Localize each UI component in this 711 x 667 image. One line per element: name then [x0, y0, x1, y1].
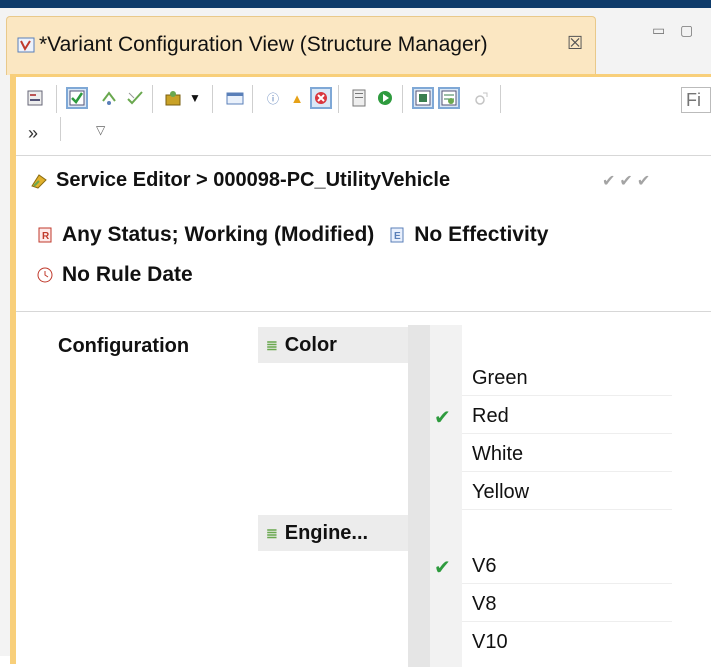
document-icon[interactable] — [348, 87, 370, 109]
toolbar-divider — [16, 155, 711, 156]
show-structure-icon[interactable] — [24, 87, 46, 109]
panel-icon[interactable] — [224, 87, 246, 109]
service-editor-icon — [31, 173, 47, 189]
close-tab-icon[interactable]: ☒ — [567, 33, 583, 54]
view-tab[interactable]: *Variant Configuration View (Structure M… — [6, 16, 596, 75]
info-icon[interactable]: ⓘ — [262, 87, 284, 109]
rule-date-row: No Rule Date — [36, 263, 193, 287]
check-configuration-icon[interactable] — [66, 87, 88, 109]
family-name: Color — [284, 333, 337, 356]
option-v8[interactable]: V8 — [472, 593, 496, 616]
maximize-icon[interactable]: ▢ — [680, 22, 693, 39]
view-panel: ▼ ⓘ ▲ Fi » ▽ Service Editor > 000098-PC_… — [10, 74, 711, 667]
disabled-action-icon[interactable] — [470, 87, 492, 109]
selection-column — [408, 325, 430, 667]
row-divider — [462, 583, 672, 584]
option-green[interactable]: Green — [472, 367, 528, 390]
variant-view-icon — [17, 37, 35, 53]
option-red[interactable]: Red — [472, 405, 509, 428]
warning-icon[interactable]: ▲ — [286, 87, 308, 109]
filter-input[interactable] — [681, 87, 711, 113]
row-divider — [462, 471, 672, 472]
load-variant-icon[interactable] — [98, 87, 120, 109]
row-divider — [462, 621, 672, 622]
minimize-icon[interactable]: ▭ — [652, 22, 665, 39]
toolbar-separator — [252, 85, 253, 113]
view-tab-title: *Variant Configuration View (Structure M… — [39, 33, 488, 56]
row-divider — [462, 509, 672, 510]
toolbar-separator — [212, 85, 213, 113]
grid-view-icon[interactable] — [412, 87, 434, 109]
table-view-icon[interactable] — [438, 87, 460, 109]
revision-rule-row: R Any Status; Working (Modified) E No Ef… — [36, 223, 548, 247]
error-icon[interactable] — [310, 87, 332, 109]
svg-text:R: R — [42, 231, 50, 242]
workbench-area: *Variant Configuration View (Structure M… — [0, 8, 711, 667]
family-icon: ≣ — [266, 524, 278, 541]
toolbar-overflow-icon[interactable]: » — [28, 123, 38, 144]
family-engine[interactable]: ≣ Engine... — [258, 515, 408, 551]
rule-date-text[interactable]: No Rule Date — [62, 263, 193, 287]
window-top-strip — [0, 0, 711, 8]
effectivity-icon: E — [390, 227, 404, 243]
selected-check-icon: ✔ — [434, 407, 451, 429]
toolbar-separator — [152, 85, 153, 113]
toolbar-separator — [338, 85, 339, 113]
row-divider — [462, 433, 672, 434]
view-menu-icon[interactable]: ▽ — [96, 123, 105, 137]
header-divider — [16, 311, 711, 312]
revision-rule-icon: R — [38, 227, 52, 243]
toolbar-separator — [402, 85, 403, 113]
rule-date-icon — [37, 267, 53, 283]
rule-action-1-icon[interactable]: ✔ — [602, 173, 619, 190]
rule-actions: ✔✔✔ — [602, 171, 654, 191]
family-name: Engine... — [284, 521, 369, 544]
run-icon[interactable] — [374, 87, 396, 109]
configuration-label: Configuration — [58, 335, 190, 357]
option-column — [430, 325, 462, 667]
rule-action-3-icon[interactable]: ✔ — [637, 173, 654, 190]
option-white[interactable]: White — [472, 443, 523, 466]
validate-icon[interactable] — [124, 87, 146, 109]
view-toolbar: ▼ ⓘ ▲ Fi » ▽ — [16, 77, 711, 157]
toolbar-separator — [56, 85, 57, 113]
svg-text:E: E — [394, 231, 401, 242]
row-divider — [462, 395, 672, 396]
breadcrumb-text[interactable]: Service Editor > 000098-PC_UtilityVehicl… — [56, 169, 450, 192]
dropdown-arrow-icon[interactable]: ▼ — [184, 87, 206, 109]
family-icon: ≣ — [266, 336, 278, 353]
toolbar-separator — [500, 85, 501, 113]
family-color[interactable]: ≣ Color — [258, 327, 408, 363]
effectivity-text[interactable]: No Effectivity — [414, 223, 548, 247]
rule-action-2-icon[interactable]: ✔ — [619, 173, 636, 190]
saved-configs-icon[interactable] — [162, 87, 184, 109]
toolbar-separator — [60, 117, 61, 141]
breadcrumb: Service Editor > 000098-PC_UtilityVehicl… — [30, 169, 450, 192]
option-v6[interactable]: V6 — [472, 555, 496, 578]
option-v10[interactable]: V10 — [472, 631, 508, 654]
option-yellow[interactable]: Yellow — [472, 481, 529, 504]
selected-check-icon: ✔ — [434, 557, 451, 579]
revision-rule-text[interactable]: Any Status; Working (Modified) — [62, 223, 374, 247]
